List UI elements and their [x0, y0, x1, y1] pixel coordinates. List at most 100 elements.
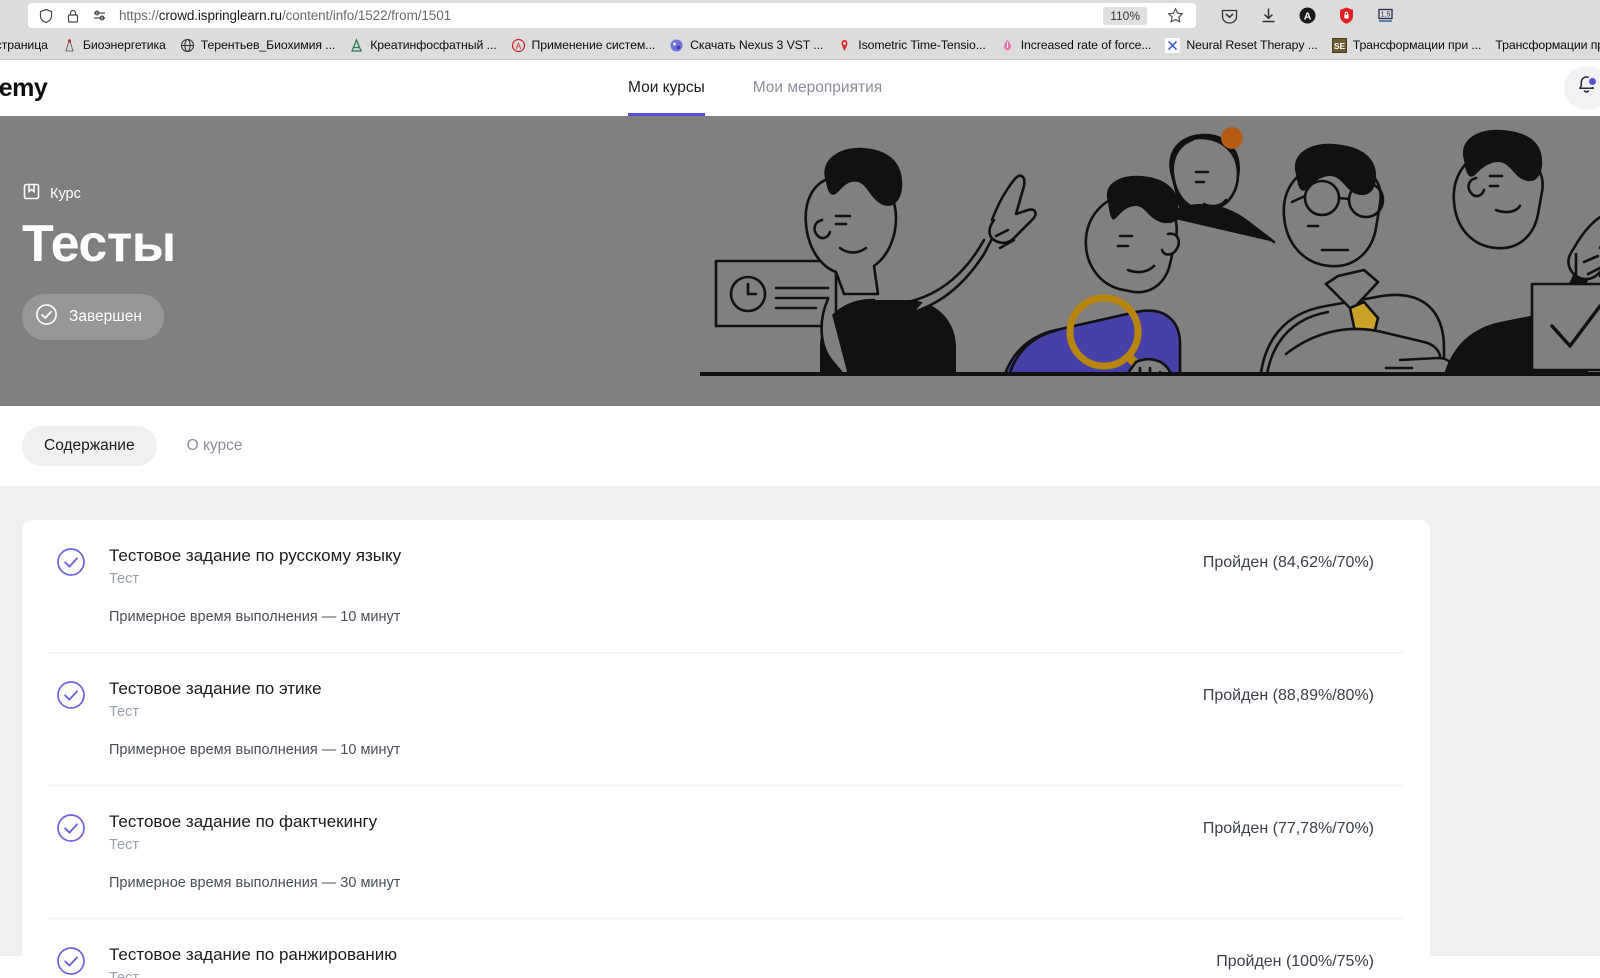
tab-contents[interactable]: Содержание	[22, 426, 157, 466]
address-bar[interactable]: https://crowd.ispringlearn.ru/content/in…	[28, 3, 1196, 28]
bookmark-item[interactable]: Биоэнергетика	[55, 36, 173, 55]
check-circle-icon	[56, 813, 86, 848]
logo[interactable]: demy	[0, 74, 48, 103]
hero-content: Курс Тесты Завершен	[22, 116, 176, 406]
site-icon-red	[62, 37, 77, 53]
bookmarks-bar: льная страница Биоэнергетика Терентьев_Б…	[0, 31, 1600, 60]
lesson-duration: Примерное время выполнения — 10 минут	[109, 742, 401, 759]
book-icon	[22, 182, 41, 205]
bookmark-label: Креатинфосфатный ...	[370, 38, 497, 52]
bookmark-label: Скачать Nexus 3 VST ...	[690, 38, 824, 52]
lesson-type: Тест	[109, 571, 139, 588]
shield-protection-icon[interactable]	[1337, 6, 1356, 25]
bookmark-item[interactable]: Neural Reset Therapy ...	[1158, 36, 1324, 55]
nav-item-my-courses[interactable]: Мои курсы	[628, 60, 705, 116]
table-row[interactable]: Тестовое задание по ранжированию Тест Пр…	[48, 919, 1404, 978]
browser-toolbar: https://crowd.ispringlearn.ru/content/in…	[0, 0, 1600, 31]
status-badge-label: Завершен	[69, 307, 142, 325]
bookmark-label: Increased rate of force...	[1020, 38, 1152, 52]
table-row[interactable]: Тестовое задание по этике Тест Примерное…	[48, 653, 1404, 787]
notifications-button[interactable]	[1564, 66, 1600, 110]
hero-illustration	[700, 116, 1600, 406]
bookmark-item[interactable]: Креатинфосфатный ...	[342, 36, 503, 55]
url-host: crowd.ispringlearn.ru	[158, 8, 282, 23]
bookmark-item[interactable]: Терентьев_Биохимия ...	[173, 36, 342, 55]
check-circle-icon	[56, 946, 86, 978]
check-circle-icon	[56, 547, 86, 582]
bookmark-item[interactable]: льная страница	[0, 36, 55, 54]
hero-kicker-label: Курс	[50, 185, 81, 202]
permissions-icon[interactable]	[92, 8, 108, 24]
extension-icon[interactable]: 1,5	[1376, 6, 1395, 25]
url-prefix: https://	[119, 8, 159, 23]
bookmark-item[interactable]: Increased rate of force...	[993, 36, 1159, 55]
lesson-duration: Примерное время выполнения — 10 минут	[109, 609, 401, 626]
lesson-status: Пройден (84,62%/70%)	[1202, 554, 1374, 571]
bookmark-item[interactable]: A Применение систем...	[504, 36, 663, 55]
svg-text:A: A	[515, 41, 521, 51]
main-navigation: Мои курсы Мои мероприятия	[628, 60, 882, 116]
bookmark-label: льная страница	[0, 38, 48, 52]
hero-kicker: Курс	[22, 182, 176, 205]
lesson-title[interactable]: Тестовое задание по фактчекингу	[109, 811, 1203, 833]
bookmark-label: Применение систем...	[531, 38, 656, 52]
shield-icon[interactable]	[38, 8, 54, 24]
site-header: demy Мои курсы Мои мероприятия	[0, 60, 1600, 116]
circle-a-red-icon: A	[511, 38, 526, 53]
bookmark-label: Трансформации при	[1495, 38, 1600, 52]
nav-item-my-events[interactable]: Мои мероприятия	[753, 60, 882, 116]
svg-text:A: A	[1304, 11, 1312, 23]
lesson-status: Пройден (77,78%/70%)	[1202, 820, 1374, 838]
se-badge-icon: SE	[1331, 37, 1347, 53]
bookmark-label: Биоэнергетика	[82, 38, 166, 52]
notification-badge	[1587, 76, 1598, 87]
status-badge: Завершен	[22, 293, 164, 340]
lesson-type: Тест	[109, 704, 139, 721]
lesson-title[interactable]: Тестовое задание по русскому языку	[109, 545, 1203, 567]
downloads-icon[interactable]	[1259, 6, 1278, 25]
table-row[interactable]: Тестовое задание по русскому языку Тест …	[48, 520, 1404, 654]
bookmark-item[interactable]: Isometric Time-Tensio...	[830, 36, 992, 55]
url-text[interactable]: https://crowd.ispringlearn.ru/content/in…	[119, 8, 451, 23]
toolbar-actions: A 1,5	[1220, 6, 1399, 25]
lesson-type: Тест	[109, 970, 1216, 978]
bookmark-label: Isometric Time-Tensio...	[858, 38, 986, 52]
lesson-status: Пройден (100%/75%)	[1216, 953, 1374, 971]
lesson-info: Тестовое задание по фактчекингу Тест При…	[86, 811, 1203, 891]
x-mark-icon	[1165, 37, 1181, 53]
svg-text:SE: SE	[1334, 41, 1346, 51]
content-area: Тестовое задание по русскому языку Тест …	[0, 486, 1600, 978]
lesson-list-card: Тестовое задание по русскому языку Тест …	[22, 520, 1430, 978]
blue-sphere-icon	[669, 38, 684, 53]
lesson-info: Тестовое задание по ранжированию Тест Пр…	[86, 944, 1216, 978]
url-path: /content/info/1522/from/1501	[281, 8, 452, 23]
table-row[interactable]: Тестовое задание по фактчекингу Тест При…	[48, 786, 1404, 920]
course-hero: Курс Тесты Завершен	[0, 116, 1600, 406]
globe-icon	[180, 38, 195, 53]
course-tabs: Содержание О курсе	[0, 406, 1600, 486]
page-title: Тесты	[22, 215, 176, 274]
lesson-info: Тестовое задание по русскому языку Тест …	[86, 545, 1203, 625]
pink-drop-icon	[1000, 38, 1015, 53]
zoom-level-badge[interactable]: 110%	[1103, 6, 1147, 25]
bookmark-item[interactable]: SE Трансформации при ...	[1325, 36, 1489, 55]
lesson-duration: Примерное время выполнения — 30 минут	[109, 875, 401, 892]
browser-chrome: https://crowd.ispringlearn.ru/content/in…	[0, 0, 1600, 60]
svg-text:1,5: 1,5	[1381, 12, 1391, 19]
lesson-title[interactable]: Тестовое задание по этике	[109, 678, 1203, 700]
lesson-status: Пройден (88,89%/80%)	[1202, 687, 1374, 705]
bookmark-star-icon[interactable]	[1167, 7, 1184, 24]
bookmark-label: Терентьев_Биохимия ...	[200, 38, 336, 52]
lesson-type: Тест	[109, 837, 139, 854]
bookmark-label: Трансформации при ...	[1352, 38, 1482, 52]
letter-a-icon	[349, 37, 364, 53]
tab-about[interactable]: О курсе	[165, 426, 265, 466]
bookmark-item[interactable]: Скачать Nexus 3 VST ...	[662, 36, 830, 55]
red-pin-icon	[837, 38, 852, 53]
pocket-icon[interactable]	[1220, 6, 1239, 25]
lesson-title[interactable]: Тестовое задание по ранжированию	[109, 944, 1216, 966]
lock-icon[interactable]	[65, 8, 81, 24]
bookmark-item[interactable]: Трансформации при	[1488, 36, 1600, 54]
account-icon[interactable]: A	[1298, 6, 1317, 25]
check-circle-icon	[56, 680, 86, 715]
